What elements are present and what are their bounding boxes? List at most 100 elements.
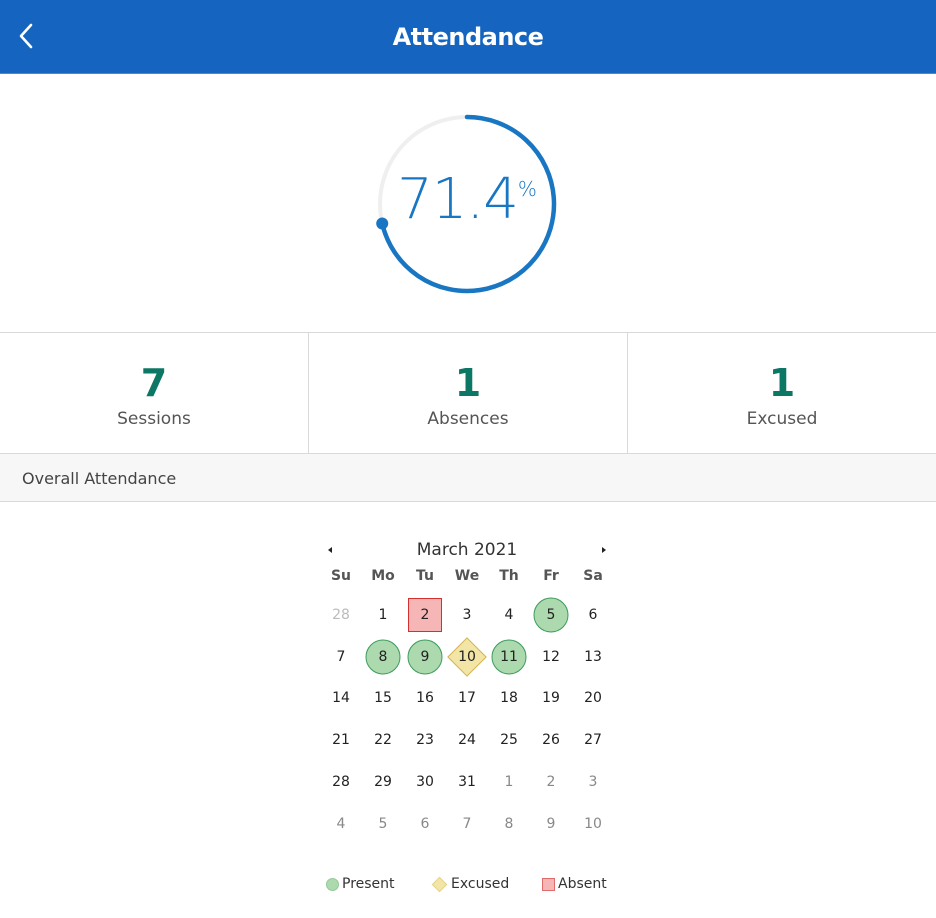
stat-absences: 1 Absences — [309, 333, 628, 453]
day-number: 17 — [458, 690, 476, 707]
calendar-day-present[interactable]: 5 — [530, 594, 572, 636]
stat-label: Excused — [746, 409, 818, 429]
calendar-day[interactable]: 6 — [572, 594, 614, 636]
calendar-day-excused[interactable]: 10 — [446, 636, 488, 678]
calendar-day[interactable]: 15 — [362, 678, 404, 720]
attendance-percentage: 71.4 — [397, 167, 519, 232]
calendar-legend: Present Excused Absent — [326, 876, 616, 896]
calendar-day[interactable]: 26 — [530, 719, 572, 761]
calendar-day[interactable]: 31 — [446, 761, 488, 803]
day-number: 28 — [332, 606, 350, 623]
day-number: 21 — [332, 732, 350, 749]
weekday-label: Tu — [416, 568, 434, 584]
calendar-day[interactable]: 14 — [320, 678, 362, 720]
calendar-day-present[interactable]: 11 — [488, 636, 530, 678]
stat-value: 1 — [768, 361, 796, 405]
stat-label: Absences — [427, 409, 509, 429]
day-number: 23 — [416, 732, 434, 749]
calendar-day[interactable]: 29 — [362, 761, 404, 803]
day-number: 22 — [374, 732, 392, 749]
next-month-button[interactable] — [596, 542, 612, 558]
calendar-day[interactable]: 28 — [320, 761, 362, 803]
calendar-day[interactable]: 3 — [446, 594, 488, 636]
day-number: 28 — [332, 774, 350, 791]
day-number: 10 — [458, 648, 476, 665]
calendar-day[interactable]: 2 — [530, 761, 572, 803]
gauge-readout: 71.4% — [374, 167, 560, 232]
calendar-day[interactable]: 8 — [488, 803, 530, 845]
calendar-day[interactable]: 7 — [320, 636, 362, 678]
calendar-day[interactable]: 4 — [320, 803, 362, 845]
legend-label: Excused — [451, 876, 510, 892]
day-number: 12 — [542, 648, 560, 665]
calendar-day[interactable]: 13 — [572, 636, 614, 678]
calendar-day-present[interactable]: 9 — [404, 636, 446, 678]
day-number: 9 — [546, 815, 556, 832]
calendar-day[interactable]: 28 — [320, 594, 362, 636]
calendar-day[interactable]: 9 — [530, 803, 572, 845]
caret-right-icon — [602, 547, 606, 553]
stat-sessions: 7 Sessions — [0, 333, 309, 453]
legend-excused: Excused — [431, 876, 510, 892]
calendar-day[interactable]: 21 — [320, 719, 362, 761]
weekday-header: Su Mo Tu We Th Fr Sa — [320, 568, 614, 592]
calendar-day[interactable]: 22 — [362, 719, 404, 761]
calendar-day[interactable]: 18 — [488, 678, 530, 720]
calendar-day-absent[interactable]: 2 — [404, 594, 446, 636]
calendar-day[interactable]: 17 — [446, 678, 488, 720]
percent-sign: % — [517, 177, 537, 201]
day-number: 5 — [546, 606, 556, 623]
calendar-day[interactable]: 23 — [404, 719, 446, 761]
day-number: 2 — [420, 606, 430, 623]
day-number: 2 — [546, 774, 556, 791]
day-number: 4 — [504, 606, 514, 623]
day-number: 29 — [374, 774, 392, 791]
calendar-day[interactable]: 12 — [530, 636, 572, 678]
stat-excused: 1 Excused — [628, 333, 936, 453]
day-number: 19 — [542, 690, 560, 707]
day-number: 3 — [462, 606, 472, 623]
calendar-header: March 2021 — [320, 536, 614, 564]
day-number: 8 — [378, 648, 388, 665]
day-number: 24 — [458, 732, 476, 749]
attendance-calendar: March 2021 Su Mo Tu We Th Fr Sa 28 1 2 3 4 5 6 7 8 9 10 1… — [320, 536, 614, 845]
calendar-day[interactable]: 4 — [488, 594, 530, 636]
calendar-day[interactable]: 6 — [404, 803, 446, 845]
calendar-day[interactable]: 5 — [362, 803, 404, 845]
calendar-day[interactable]: 7 — [446, 803, 488, 845]
day-number: 31 — [458, 774, 476, 791]
calendar-day[interactable]: 30 — [404, 761, 446, 803]
legend-present: Present — [326, 876, 395, 892]
weekday-label: Mo — [371, 568, 395, 584]
calendar-day[interactable]: 16 — [404, 678, 446, 720]
day-number: 14 — [332, 690, 350, 707]
calendar-day[interactable]: 1 — [362, 594, 404, 636]
day-number: 26 — [542, 732, 560, 749]
calendar-day[interactable]: 25 — [488, 719, 530, 761]
calendar-day[interactable]: 3 — [572, 761, 614, 803]
stats-row: 7 Sessions 1 Absences 1 Excused — [0, 332, 936, 454]
calendar-day[interactable]: 1 — [488, 761, 530, 803]
day-number: 4 — [336, 815, 346, 832]
day-number: 5 — [378, 815, 388, 832]
calendar-day[interactable]: 10 — [572, 803, 614, 845]
day-number: 8 — [504, 815, 514, 832]
present-swatch-icon — [326, 877, 339, 891]
calendar-day[interactable]: 19 — [530, 678, 572, 720]
day-number: 30 — [416, 774, 434, 791]
day-number: 6 — [588, 606, 598, 623]
day-number: 3 — [588, 774, 598, 791]
calendar-day[interactable]: 24 — [446, 719, 488, 761]
weekday-label: Fr — [543, 568, 559, 584]
legend-label: Present — [342, 876, 395, 892]
day-number: 1 — [504, 774, 514, 791]
weekday-label: Sa — [583, 568, 603, 584]
day-number: 25 — [500, 732, 518, 749]
calendar-day[interactable]: 20 — [572, 678, 614, 720]
day-number: 6 — [420, 815, 430, 832]
weekday-label: Th — [499, 568, 519, 584]
calendar-day[interactable]: 27 — [572, 719, 614, 761]
calendar-day-present[interactable]: 8 — [362, 636, 404, 678]
calendar-month-title[interactable]: March 2021 — [320, 540, 614, 560]
day-number: 15 — [374, 690, 392, 707]
